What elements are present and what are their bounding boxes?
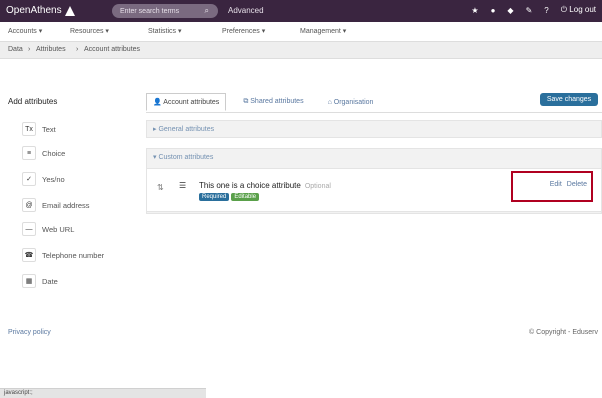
tab-organisation[interactable]: ⌂ Organisation xyxy=(321,94,381,111)
logout-link[interactable]: ⏻ Log out xyxy=(561,5,596,15)
text-icon: Tx xyxy=(22,122,36,136)
logo-icon xyxy=(64,5,75,16)
menu-accounts[interactable]: Accounts ▾ xyxy=(8,27,42,35)
general-attributes-section[interactable]: ▸ General attributes xyxy=(146,120,602,138)
link-icon: — xyxy=(22,222,36,236)
attribute-name: This one is a choice attribute Optional xyxy=(199,181,331,190)
add-url-attribute[interactable]: — Web URL xyxy=(22,222,74,236)
advanced-search-link[interactable]: Advanced xyxy=(228,6,264,15)
section-header[interactable]: ▸ General attributes xyxy=(147,121,601,137)
calendar-icon: ▦ xyxy=(22,274,36,288)
brand-label: OpenAthens xyxy=(6,5,62,16)
attr-type-label: Web URL xyxy=(42,224,75,234)
privacy-policy-link[interactable]: Privacy policy xyxy=(8,329,51,336)
breadcrumb-sep: › xyxy=(28,46,31,53)
drag-handle-icon[interactable]: ⇅ xyxy=(157,183,164,192)
status-text: javascript:; xyxy=(4,390,33,396)
attr-type-label: Telephone number xyxy=(42,250,105,260)
email-icon: @ xyxy=(22,198,36,212)
tab-shared-attributes[interactable]: ⧉ Shared attributes xyxy=(236,93,310,111)
attribute-optional: Optional xyxy=(304,183,331,190)
attr-type-label: Yes/no xyxy=(42,174,65,184)
tab-account-attributes[interactable]: 👤 Account attributes xyxy=(146,93,227,111)
menu-preferences[interactable]: Preferences ▾ xyxy=(222,27,265,35)
star-icon[interactable]: ★ xyxy=(471,6,478,15)
attribute-badges: Required Editable xyxy=(199,193,260,201)
user-icon[interactable]: ● xyxy=(491,6,496,15)
main-menu: Accounts ▾ Resources ▾ Statistics ▾ Pref… xyxy=(0,22,602,42)
attr-type-label: Text xyxy=(42,124,56,134)
add-phone-attribute[interactable]: ☎ Telephone number xyxy=(22,248,104,262)
add-date-attribute[interactable]: ▦ Date xyxy=(22,274,58,288)
top-navbar: OpenAthens Enter search terms ⌕ Advanced… xyxy=(0,0,602,22)
browser-status-bar: javascript:; xyxy=(0,388,206,398)
required-badge: Required xyxy=(199,193,230,201)
brand[interactable]: OpenAthens xyxy=(6,5,75,16)
highlight-box xyxy=(511,171,593,202)
top-icons: ★ ● ◆ ✎ ? ⏻ Log out xyxy=(471,5,596,15)
add-text-attribute[interactable]: Tx Text xyxy=(22,122,56,136)
choice-icon: ☰ xyxy=(179,181,187,190)
add-choice-attribute[interactable]: ≡ Choice xyxy=(22,146,65,160)
phone-icon: ☎ xyxy=(22,248,36,262)
tabs-divider xyxy=(146,112,602,113)
attr-type-label: Email address xyxy=(42,200,90,210)
logout-label: Log out xyxy=(569,5,596,14)
menu-statistics[interactable]: Statistics ▾ xyxy=(148,27,181,35)
add-attributes-heading: Add attributes xyxy=(8,97,58,106)
attribute-tabs: 👤 Account attributes ⧉ Shared attributes… xyxy=(146,93,380,111)
attr-type-label: Choice xyxy=(42,148,66,158)
editable-badge: Editable xyxy=(231,193,260,201)
search-icon[interactable]: ⌕ xyxy=(205,6,209,16)
search-input[interactable]: Enter search terms ⌕ xyxy=(112,4,218,18)
copyright-text: © Copyright - Eduserv xyxy=(529,329,598,336)
menu-resources[interactable]: Resources ▾ xyxy=(70,27,109,35)
checkmark-icon: ✓ xyxy=(22,172,36,186)
menu-management[interactable]: Management ▾ xyxy=(300,27,346,35)
add-email-attribute[interactable]: @ Email address xyxy=(22,198,90,212)
breadcrumb: Data › Attributes › Account attributes xyxy=(0,42,602,59)
save-changes-button[interactable]: Save changes xyxy=(540,93,598,106)
add-yesno-attribute[interactable]: ✓ Yes/no xyxy=(22,172,65,186)
section-header[interactable]: ▾ Custom attributes xyxy=(147,149,601,165)
breadcrumb-current: Account attributes xyxy=(84,46,141,53)
choice-icon: ≡ xyxy=(22,146,36,160)
group-icon[interactable]: ◆ xyxy=(507,6,513,15)
chat-icon[interactable]: ✎ xyxy=(526,6,533,15)
search-placeholder: Enter search terms xyxy=(120,7,180,15)
help-icon[interactable]: ? xyxy=(544,6,548,15)
breadcrumb-sep: › xyxy=(76,46,79,53)
breadcrumb-data[interactable]: Data xyxy=(8,46,23,53)
breadcrumb-attributes[interactable]: Attributes xyxy=(36,46,66,53)
attr-type-label: Date xyxy=(42,276,58,286)
